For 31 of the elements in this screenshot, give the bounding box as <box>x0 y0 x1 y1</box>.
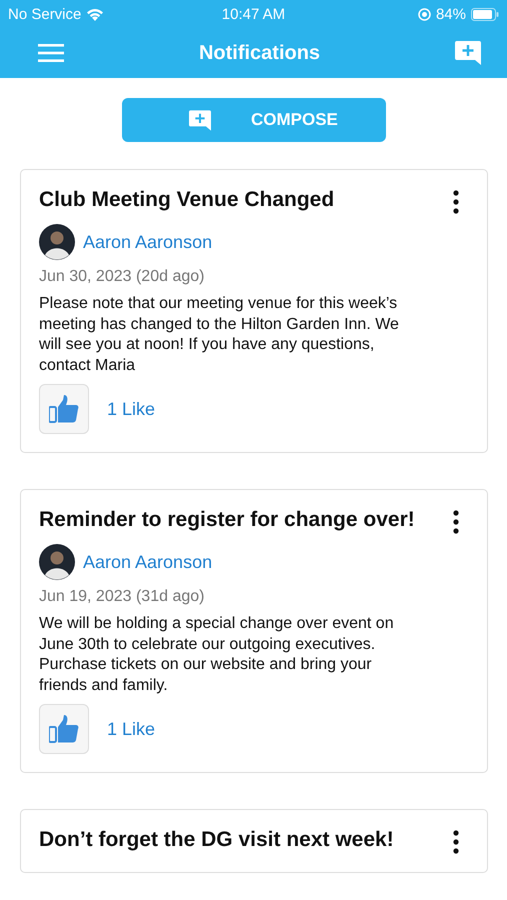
thumbs-up-icon <box>49 715 79 743</box>
notification-body: Please note that our meeting venue for this week’s meeting has changed to the Hilton Garden Inn. We will see you at noon! If you have any questions, contact Maria <box>39 294 400 376</box>
post-date: Jun 19, 2023 (31d ago) <box>39 588 206 606</box>
avatar-icon <box>39 544 75 580</box>
add-message-icon <box>189 110 211 130</box>
avatar-icon <box>39 224 75 260</box>
author-link[interactable]: Aaron Aaronson <box>83 232 212 252</box>
author-link[interactable]: Aaron Aaronson <box>83 552 212 572</box>
battery-percent: 84% <box>436 6 466 22</box>
more-vertical-icon <box>453 190 459 214</box>
post-date: Jun 30, 2023 (20d ago) <box>39 268 206 286</box>
like-button[interactable] <box>39 704 89 754</box>
new-message-button[interactable] <box>455 41 481 65</box>
notification-body: We will be holding a special change over event on June 30th to celebrate our outgoing executives. Purchase tickets on our website and bring your friends and family. <box>39 614 395 696</box>
wifi-icon <box>86 8 104 20</box>
like-count[interactable]: 1 Like <box>107 718 156 740</box>
thumbs-up-icon <box>49 395 79 423</box>
more-vertical-icon <box>453 830 459 854</box>
location-lock-icon <box>418 8 431 20</box>
compose-button[interactable]: COMPOSE <box>122 98 386 142</box>
more-vertical-icon <box>453 510 459 534</box>
carrier-text: No Service <box>8 6 82 22</box>
notification-title: Don’t forget the DG visit next week! <box>39 827 394 852</box>
menu-button[interactable] <box>38 44 64 62</box>
notification-title: Club Meeting Venue Changed <box>39 187 334 212</box>
notification-title: Reminder to register for change over! <box>39 507 415 532</box>
battery-icon <box>471 8 499 20</box>
clock-text: 10:47 AM <box>222 6 286 22</box>
page-title: Notifications <box>198 42 320 64</box>
like-count[interactable]: 1 Like <box>107 398 156 420</box>
like-button[interactable] <box>39 384 89 434</box>
